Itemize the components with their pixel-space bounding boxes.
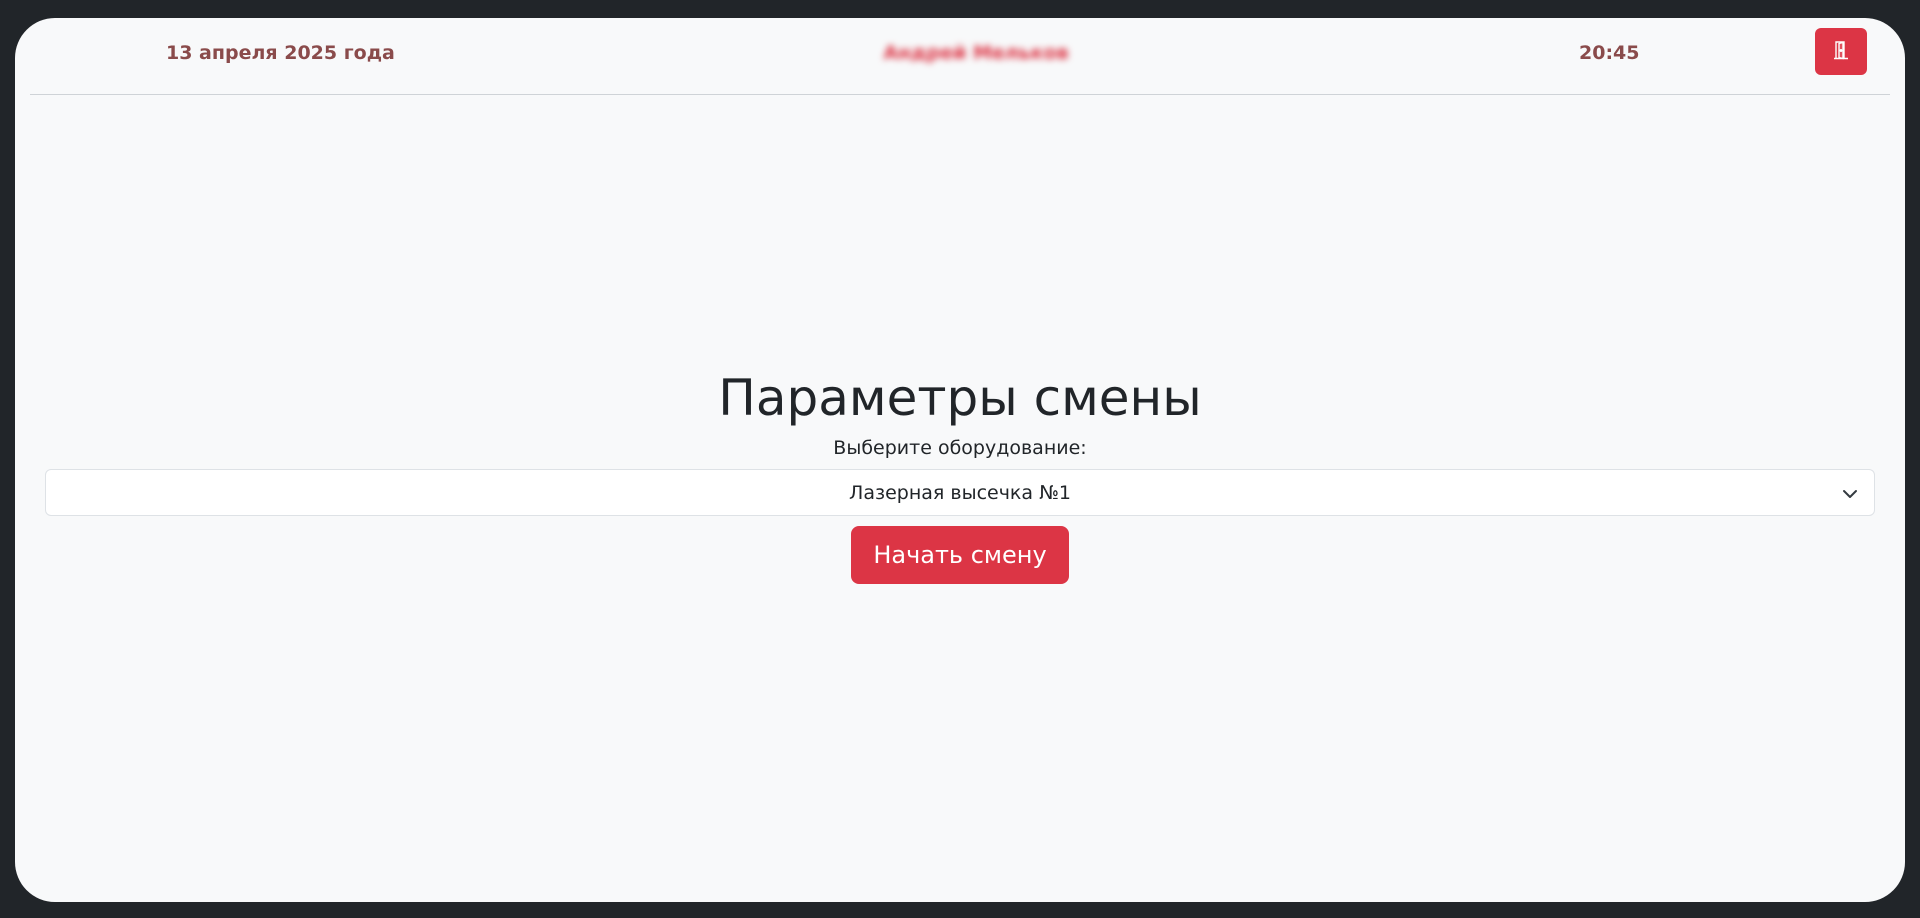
user-name: Андрей Мельков (883, 42, 1069, 64)
equipment-label: Выберите оборудование: (833, 437, 1087, 459)
equipment-selected-value: Лазерная высечка №1 (849, 481, 1071, 504)
current-date: 13 апреля 2025 года (166, 42, 395, 64)
app-window: 13 апреля 2025 года Андрей Мельков 20:45… (15, 18, 1905, 902)
door-exit-icon (1831, 40, 1851, 64)
current-time: 20:45 (1579, 42, 1640, 64)
start-shift-button[interactable]: Начать смену (851, 526, 1069, 584)
top-bar: 13 апреля 2025 года Андрей Мельков 20:45 (30, 18, 1890, 95)
chevron-down-icon (1842, 485, 1858, 501)
page-title: Параметры смены (718, 369, 1202, 427)
logout-button[interactable] (1815, 28, 1867, 75)
shift-parameters-form: Параметры смены Выберите оборудование: Л… (15, 368, 1905, 584)
equipment-select[interactable]: Лазерная высечка №1 (45, 469, 1875, 516)
